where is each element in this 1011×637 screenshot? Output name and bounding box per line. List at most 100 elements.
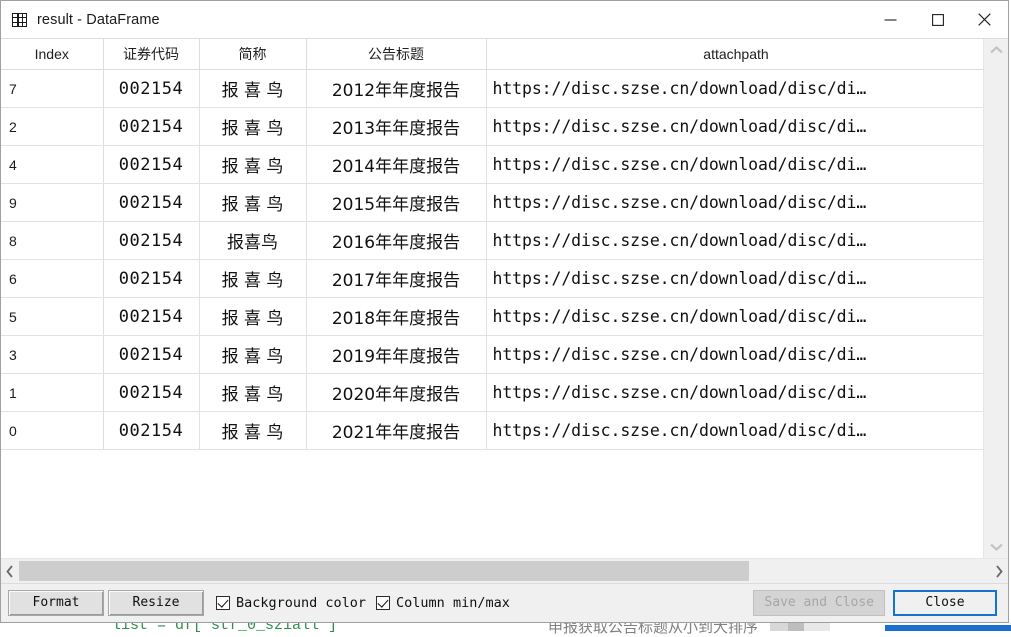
dataframe-viewer-window: result - DataFrame Index 证券代码 简称 公告标题 at… — [0, 0, 1009, 623]
column-minmax-checkbox[interactable] — [376, 596, 391, 610]
table-body: 7 002154 报 喜 鸟 2012年年度报告 https://disc.szse.c… — [1, 69, 983, 450]
cell-title[interactable]: 2012年年度报告 — [306, 69, 487, 108]
horizontal-scroll-thumb[interactable] — [19, 561, 749, 581]
cell-name[interactable]: 报 喜 鸟 — [199, 335, 307, 374]
chevron-down-icon[interactable] — [984, 536, 1008, 558]
column-header-name[interactable]: 简称 — [199, 39, 307, 70]
cell-index[interactable]: 9 — [1, 183, 104, 222]
resize-button[interactable]: Resize — [108, 590, 204, 616]
table-row[interactable]: 1 002154 报 喜 鸟 2020年年度报告 https://disc.szse.c… — [1, 373, 983, 412]
cell-title[interactable]: 2017年年度报告 — [306, 259, 487, 298]
cell-title[interactable]: 2021年年度报告 — [306, 411, 487, 450]
table-header-row: Index 证券代码 简称 公告标题 attachpath — [1, 39, 983, 70]
minimize-icon[interactable] — [867, 1, 914, 38]
horizontal-scroll-track[interactable] — [19, 561, 990, 581]
cell-attachpath[interactable]: https://disc.szse.cn/download/disc/di… — [486, 297, 983, 336]
table-viewport[interactable]: Index 证券代码 简称 公告标题 attachpath 7 002154 报 喜… — [1, 39, 983, 558]
title-bar: result - DataFrame — [1, 1, 1008, 38]
column-minmax-checkbox-group[interactable]: Column min/max — [376, 595, 520, 611]
cell-code[interactable]: 002154 — [103, 69, 200, 108]
cell-attachpath[interactable]: https://disc.szse.cn/download/disc/di… — [486, 259, 983, 298]
cell-index[interactable]: 3 — [1, 335, 104, 374]
cell-index[interactable]: 7 — [1, 69, 104, 108]
maximize-icon[interactable] — [914, 1, 961, 38]
cell-title[interactable]: 2013年年度报告 — [306, 107, 487, 146]
table-row[interactable]: 5 002154 报 喜 鸟 2018年年度报告 https://disc.szse.c… — [1, 297, 983, 336]
window-controls — [867, 1, 1008, 38]
bottom-toolbar: Format Resize Background color Column mi… — [1, 583, 1008, 622]
save-and-close-button: Save and Close — [753, 590, 885, 616]
cell-title[interactable]: 2015年年度报告 — [306, 183, 487, 222]
close-icon[interactable] — [961, 1, 1008, 38]
cell-attachpath[interactable]: https://disc.szse.cn/download/disc/di… — [486, 107, 983, 146]
table-row[interactable]: 6 002154 报 喜 鸟 2017年年度报告 https://disc.szse.c… — [1, 259, 983, 298]
horizontal-scrollbar[interactable] — [1, 558, 1008, 583]
cell-title[interactable]: 2014年年度报告 — [306, 145, 487, 184]
cell-index[interactable]: 8 — [1, 221, 104, 260]
cell-title[interactable]: 2016年年度报告 — [306, 221, 487, 260]
cell-name[interactable]: 报 喜 鸟 — [199, 145, 307, 184]
table-row[interactable]: 3 002154 报 喜 鸟 2019年年度报告 https://disc.szse.c… — [1, 335, 983, 374]
table-row[interactable]: 4 002154 报 喜 鸟 2014年年度报告 https://disc.szse.c… — [1, 145, 983, 184]
vertical-scrollbar[interactable] — [983, 39, 1008, 558]
cell-code[interactable]: 002154 — [103, 373, 200, 412]
cell-name[interactable]: 报 喜 鸟 — [199, 183, 307, 222]
cell-index[interactable]: 4 — [1, 145, 104, 184]
cell-index[interactable]: 0 — [1, 411, 104, 450]
table-row[interactable]: 9 002154 报 喜 鸟 2015年年度报告 https://disc.szse.c… — [1, 183, 983, 222]
cell-code[interactable]: 002154 — [103, 183, 200, 222]
cell-name[interactable]: 报喜鸟 — [199, 221, 307, 260]
cell-code[interactable]: 002154 — [103, 221, 200, 260]
cell-name[interactable]: 报 喜 鸟 — [199, 373, 307, 412]
cell-name[interactable]: 报 喜 鸟 — [199, 297, 307, 336]
cell-attachpath[interactable]: https://disc.szse.cn/download/disc/di… — [486, 69, 983, 108]
window-title: result - DataFrame — [37, 11, 160, 28]
vertical-scroll-track[interactable] — [984, 61, 1008, 558]
grid-table-icon — [12, 12, 28, 28]
table-row[interactable]: 7 002154 报 喜 鸟 2012年年度报告 https://disc.szse.c… — [1, 69, 983, 108]
background-color-label: Background color — [236, 595, 367, 611]
cell-attachpath[interactable]: https://disc.szse.cn/download/disc/di… — [486, 221, 983, 260]
cell-name[interactable]: 报 喜 鸟 — [199, 411, 307, 450]
cell-code[interactable]: 002154 — [103, 107, 200, 146]
cell-code[interactable]: 002154 — [103, 335, 200, 374]
background-color-checkbox-group[interactable]: Background color — [216, 595, 376, 611]
chevron-up-icon[interactable] — [984, 39, 1008, 61]
background-color-checkbox[interactable] — [216, 596, 230, 610]
cell-attachpath[interactable]: https://disc.szse.cn/download/disc/di… — [486, 411, 983, 450]
cell-index[interactable]: 2 — [1, 107, 104, 146]
cell-code[interactable]: 002154 — [103, 297, 200, 336]
format-button[interactable]: Format — [8, 590, 104, 616]
cell-code[interactable]: 002154 — [103, 145, 200, 184]
cell-name[interactable]: 报 喜 鸟 — [199, 259, 307, 298]
cell-code[interactable]: 002154 — [103, 411, 200, 450]
dialog-action-buttons: Save and Close Close — [753, 584, 1001, 622]
chevron-left-icon[interactable] — [1, 559, 19, 583]
cell-code[interactable]: 002154 — [103, 259, 200, 298]
cell-name[interactable]: 报 喜 鸟 — [199, 69, 307, 108]
backdrop-accent-bar — [885, 625, 1011, 631]
cell-index[interactable]: 1 — [1, 373, 104, 412]
table-row[interactable]: 8 002154 报喜鸟 2016年年度报告 https://disc.szse.cn/… — [1, 221, 983, 260]
cell-title[interactable]: 2020年年度报告 — [306, 373, 487, 412]
column-header-index[interactable]: Index — [1, 39, 104, 70]
column-header-attachpath[interactable]: attachpath — [486, 39, 983, 70]
cell-title[interactable]: 2018年年度报告 — [306, 297, 487, 336]
table-row[interactable]: 0 002154 报 喜 鸟 2021年年度报告 https://disc.szse.c… — [1, 411, 983, 450]
column-header-title[interactable]: 公告标题 — [306, 39, 487, 70]
close-button[interactable]: Close — [893, 590, 997, 616]
column-minmax-label: Column min/max — [396, 595, 510, 611]
column-header-code[interactable]: 证券代码 — [103, 39, 200, 70]
chevron-right-icon[interactable] — [990, 559, 1008, 583]
table-header: Index 证券代码 简称 公告标题 attachpath — [1, 39, 983, 70]
cell-attachpath[interactable]: https://disc.szse.cn/download/disc/di… — [486, 335, 983, 374]
cell-index[interactable]: 6 — [1, 259, 104, 298]
cell-name[interactable]: 报 喜 鸟 — [199, 107, 307, 146]
cell-attachpath[interactable]: https://disc.szse.cn/download/disc/di… — [486, 183, 983, 222]
cell-title[interactable]: 2019年年度报告 — [306, 335, 487, 374]
cell-attachpath[interactable]: https://disc.szse.cn/download/disc/di… — [486, 373, 983, 412]
table-and-vscroll: Index 证券代码 简称 公告标题 attachpath 7 002154 报 喜… — [1, 39, 1008, 558]
cell-index[interactable]: 5 — [1, 297, 104, 336]
table-row[interactable]: 2 002154 报 喜 鸟 2013年年度报告 https://disc.szse.c… — [1, 107, 983, 146]
cell-attachpath[interactable]: https://disc.szse.cn/download/disc/di… — [486, 145, 983, 184]
